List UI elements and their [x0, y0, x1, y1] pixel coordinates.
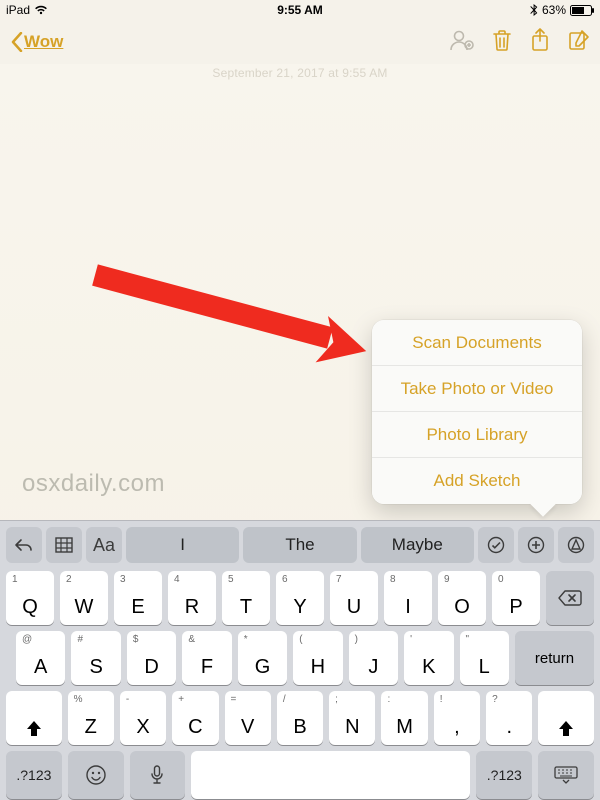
markup-button[interactable] — [558, 527, 594, 563]
key-a[interactable]: @A — [16, 631, 65, 685]
key-v[interactable]: =V — [225, 691, 271, 745]
key-j[interactable]: )J — [349, 631, 398, 685]
suggestion-bar: Aa I The Maybe — [0, 521, 600, 565]
insert-button[interactable] — [518, 527, 554, 563]
key-m[interactable]: :M — [381, 691, 427, 745]
undo-button[interactable] — [6, 527, 42, 563]
battery-icon — [570, 5, 594, 16]
key-,[interactable]: !, — [434, 691, 480, 745]
chevron-left-icon — [10, 32, 24, 52]
note-timestamp: September 21, 2017 at 9:55 AM — [0, 66, 600, 80]
watermark-text: osxdaily.com — [22, 470, 165, 498]
key-b[interactable]: /B — [277, 691, 323, 745]
key-r[interactable]: 4R — [168, 571, 216, 625]
status-bar: iPad 9:55 AM 63% — [0, 0, 600, 20]
bluetooth-icon — [530, 4, 538, 16]
suggestion-2[interactable]: The — [243, 527, 356, 563]
key-p[interactable]: 0P — [492, 571, 540, 625]
clock: 9:55 AM — [277, 3, 323, 17]
keyboard: Aa I The Maybe 1Q2W3E4R5T6Y7U8I9O0P @A#S… — [0, 520, 600, 800]
checklist-button[interactable] — [478, 527, 514, 563]
key-o[interactable]: 9O — [438, 571, 486, 625]
popover-item-add-sketch[interactable]: Add Sketch — [372, 458, 582, 504]
key-space[interactable] — [191, 751, 470, 799]
key-e[interactable]: 3E — [114, 571, 162, 625]
collaborate-icon[interactable] — [450, 29, 474, 56]
key-l[interactable]: "L — [460, 631, 509, 685]
key-q[interactable]: 1Q — [6, 571, 54, 625]
key-w[interactable]: 2W — [60, 571, 108, 625]
key-t[interactable]: 5T — [222, 571, 270, 625]
key-backspace[interactable] — [546, 571, 594, 625]
trash-icon[interactable] — [492, 29, 512, 56]
format-button[interactable]: Aa — [86, 527, 122, 563]
key-g[interactable]: *G — [238, 631, 287, 685]
table-button[interactable] — [46, 527, 82, 563]
key-mode-right[interactable]: .?123 — [476, 751, 532, 799]
key-u[interactable]: 7U — [330, 571, 378, 625]
popover-item-photo-library[interactable]: Photo Library — [372, 412, 582, 458]
key-d[interactable]: $D — [127, 631, 176, 685]
key-emoji[interactable] — [68, 751, 124, 799]
suggestion-3[interactable]: Maybe — [361, 527, 474, 563]
key-i[interactable]: 8I — [384, 571, 432, 625]
key-n[interactable]: ;N — [329, 691, 375, 745]
key-k[interactable]: 'K — [404, 631, 453, 685]
back-button[interactable]: Wow — [10, 32, 63, 52]
back-label: Wow — [24, 32, 63, 52]
nav-bar: Wow — [0, 20, 600, 64]
share-icon[interactable] — [530, 28, 550, 57]
key-s[interactable]: #S — [71, 631, 120, 685]
key-shift-left[interactable] — [6, 691, 62, 745]
key-shift-right[interactable] — [538, 691, 594, 745]
battery-percent: 63% — [542, 3, 566, 17]
key-y[interactable]: 6Y — [276, 571, 324, 625]
key-f[interactable]: &F — [182, 631, 231, 685]
key-x[interactable]: -X — [120, 691, 166, 745]
device-label: iPad — [6, 3, 30, 17]
suggestion-1[interactable]: I — [126, 527, 239, 563]
key-.[interactable]: ?. — [486, 691, 532, 745]
popover-item-take-photo[interactable]: Take Photo or Video — [372, 366, 582, 412]
key-h[interactable]: (H — [293, 631, 342, 685]
key-dictation[interactable] — [130, 751, 186, 799]
key-return[interactable]: return — [515, 631, 594, 685]
compose-icon[interactable] — [568, 29, 590, 56]
insert-popover: Scan Documents Take Photo or Video Photo… — [372, 320, 582, 504]
wifi-icon — [34, 5, 48, 15]
popover-item-scan-documents[interactable]: Scan Documents — [372, 320, 582, 366]
key-hide-keyboard[interactable] — [538, 751, 594, 799]
key-mode-left[interactable]: .?123 — [6, 751, 62, 799]
key-z[interactable]: %Z — [68, 691, 114, 745]
key-c[interactable]: +C — [172, 691, 218, 745]
